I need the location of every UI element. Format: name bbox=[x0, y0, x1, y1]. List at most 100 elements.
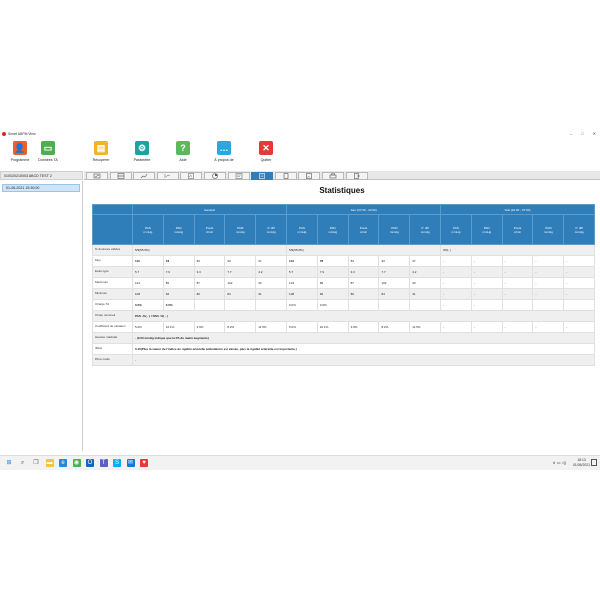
valid-day: 5/9(55.6%) bbox=[286, 244, 442, 256]
table-cell: - bbox=[501, 255, 534, 267]
pie-chart-icon bbox=[212, 172, 218, 179]
recuperer-button[interactable]: ▤ Récupérer bbox=[81, 141, 121, 169]
pa-matin-value: - bbox=[131, 354, 596, 366]
tab-line-chart[interactable] bbox=[133, 171, 156, 180]
table-cell: 7.9 bbox=[162, 266, 195, 278]
table-cell: 123 bbox=[286, 277, 318, 289]
tab-trend-chart[interactable] bbox=[156, 171, 179, 180]
table-cell: - bbox=[563, 277, 596, 289]
table-cell: 66 bbox=[316, 288, 349, 300]
search-icon[interactable]: ⌕ bbox=[19, 459, 27, 467]
table-row: PA le matin - bbox=[92, 354, 596, 366]
minimize-button[interactable]: – bbox=[570, 131, 572, 136]
row-label: IRAA bbox=[92, 343, 133, 355]
tab-list-chart[interactable] bbox=[227, 171, 250, 180]
table-cell: - bbox=[563, 321, 596, 333]
table-cell: 11.5% bbox=[409, 321, 442, 333]
edge-icon[interactable]: e bbox=[59, 459, 67, 467]
ribbon-toolbar: 👤 Programme ▭ Données TA ▤ Récupérer ⚙ P… bbox=[0, 139, 600, 170]
table-cell: 8.2% bbox=[224, 321, 257, 333]
tab-pie-chart[interactable] bbox=[204, 171, 226, 180]
table-cell: 7.9 bbox=[316, 266, 349, 278]
row-label: Ecart-type bbox=[92, 266, 133, 278]
a-propos-button[interactable]: … À propos de bbox=[204, 141, 244, 169]
mail-icon[interactable]: ✉ bbox=[126, 459, 135, 467]
parametre-button[interactable]: ⚙ Paramètre bbox=[122, 141, 162, 169]
corner-subheader bbox=[92, 214, 133, 245]
table-cell: - bbox=[470, 277, 503, 289]
table-row: Charge TA 0.0% 0.0% 0.0% 0.0% - - bbox=[92, 299, 596, 311]
column-headers: PAS mmHg PAD mmHg Pouls c/min PAM mmHg P. di… bbox=[92, 214, 596, 245]
tab-statistics[interactable] bbox=[251, 171, 274, 180]
table-cell: 43 bbox=[255, 277, 288, 289]
maximize-button[interactable]: □ bbox=[581, 131, 583, 136]
table-row: Chute nommeil PAS -%( - ) / PAD -%( - ) bbox=[92, 310, 596, 322]
session-item[interactable]: 01-06-2021 15:30:00 bbox=[2, 184, 80, 192]
chrome-icon[interactable]: ◉ bbox=[72, 459, 81, 467]
table-cell: 66 bbox=[162, 288, 195, 300]
help-icon: ? bbox=[176, 141, 190, 155]
windows-start-icon[interactable]: ⊞ bbox=[5, 459, 13, 467]
tab-edit[interactable] bbox=[86, 171, 108, 180]
abpm-app-icon[interactable]: ♥ bbox=[140, 459, 148, 467]
tab-export[interactable] bbox=[345, 171, 368, 180]
gear-icon: ⚙ bbox=[135, 141, 149, 155]
table-cell: 93 bbox=[378, 255, 411, 267]
quitter-button[interactable]: ✕ Quitter bbox=[246, 141, 286, 169]
page-title: Statistiques bbox=[319, 186, 365, 195]
image-icon bbox=[306, 172, 313, 179]
report-chart-icon bbox=[188, 172, 195, 179]
patient-header: 010020210003 ABCD TEST 2 bbox=[0, 171, 83, 180]
tab-image[interactable] bbox=[298, 171, 321, 180]
file-explorer-icon[interactable]: ▬ bbox=[45, 459, 54, 467]
table-cell: - bbox=[563, 266, 596, 278]
table-cell: 102 bbox=[224, 277, 257, 289]
close-window-button[interactable]: ✕ bbox=[593, 131, 596, 136]
tab-table[interactable] bbox=[109, 171, 132, 180]
donnees-ta-button[interactable]: ▭ Données TA bbox=[28, 141, 68, 169]
column-header: PAS mmHg bbox=[132, 214, 164, 245]
table-cell: 80 bbox=[193, 288, 226, 300]
table-cell: 84 bbox=[224, 288, 257, 300]
tab-document[interactable] bbox=[274, 171, 297, 180]
skype-icon[interactable]: S bbox=[113, 459, 121, 467]
column-header: PAM mmHg bbox=[224, 214, 257, 245]
iraa-value: 0.10(Plus la valeur de l'indice de rigid… bbox=[131, 343, 596, 355]
table-cell: 3.9% bbox=[347, 321, 380, 333]
table-cell: 5.0% bbox=[286, 321, 318, 333]
task-view-icon[interactable]: ❐ bbox=[32, 459, 40, 467]
table-cell: 5.0% bbox=[132, 321, 164, 333]
system-tray-icons[interactable]: ∧ ▭ ◁) bbox=[553, 460, 566, 465]
table-cell: 10.1% bbox=[316, 321, 349, 333]
corner-header bbox=[92, 204, 133, 215]
table-cell: 3.9% bbox=[193, 321, 226, 333]
aide-button[interactable]: ? Aide bbox=[163, 141, 203, 169]
table-cell: 7.7 bbox=[224, 266, 257, 278]
tab-report-chart[interactable] bbox=[180, 171, 203, 180]
column-header: PAM mmHg bbox=[532, 214, 565, 245]
table-cell: 10.1% bbox=[162, 321, 195, 333]
tab-print[interactable] bbox=[322, 171, 344, 180]
table-cell: - bbox=[532, 288, 565, 300]
table-cell: - bbox=[532, 277, 565, 289]
statistics-table: Général Jour (07:00 - 22:00) Nuit (22:00… bbox=[92, 204, 596, 366]
table-cell: - bbox=[470, 266, 503, 278]
title-bar: Smart ABPM View – □ ✕ bbox=[0, 130, 600, 137]
table-cell: 3.3 bbox=[347, 266, 380, 278]
export-icon bbox=[353, 172, 360, 179]
table-row: % données valides 5/9(55.6%) 5/9(55.6%) 0/0… bbox=[92, 244, 596, 256]
table-cell: 5.7 bbox=[132, 266, 164, 278]
table-cell: - bbox=[440, 299, 472, 311]
notification-icon[interactable] bbox=[591, 459, 597, 466]
row-label: Hausse matinale bbox=[92, 332, 133, 344]
group-header-nuit: Nuit (22:00 - 07:00) bbox=[440, 204, 596, 215]
table-cell: - bbox=[470, 299, 503, 311]
table-cell: 37 bbox=[255, 255, 288, 267]
table-row: IRAA 0.10(Plus la valeur de l'indice de r… bbox=[92, 343, 596, 355]
table-cell: 0.0% bbox=[132, 299, 164, 311]
outlook-icon[interactable]: O bbox=[86, 459, 94, 467]
row-label: Coefficient de variation bbox=[92, 321, 133, 333]
application-window: Smart ABPM View – □ ✕ 👤 Programme ▭ Donn… bbox=[0, 130, 600, 470]
clock[interactable]: 18:13 01/06/2021 bbox=[573, 458, 590, 467]
teams-icon[interactable]: T bbox=[99, 459, 108, 467]
